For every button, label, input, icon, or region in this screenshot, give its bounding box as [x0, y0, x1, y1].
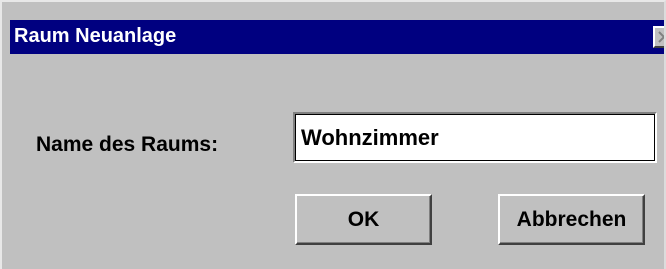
close-button[interactable]: [653, 26, 664, 48]
cancel-button[interactable]: Abbrechen: [498, 194, 645, 245]
room-create-dialog: Raum Neuanlage Name des Raums: OK Abbrec…: [0, 0, 666, 269]
room-name-input[interactable]: [293, 112, 657, 163]
window-title: Raum Neuanlage: [14, 25, 177, 47]
close-icon: [658, 31, 664, 43]
room-name-label: Name des Raums:: [36, 133, 219, 156]
title-bar[interactable]: Raum Neuanlage: [10, 20, 664, 54]
ok-button[interactable]: OK: [295, 194, 432, 245]
